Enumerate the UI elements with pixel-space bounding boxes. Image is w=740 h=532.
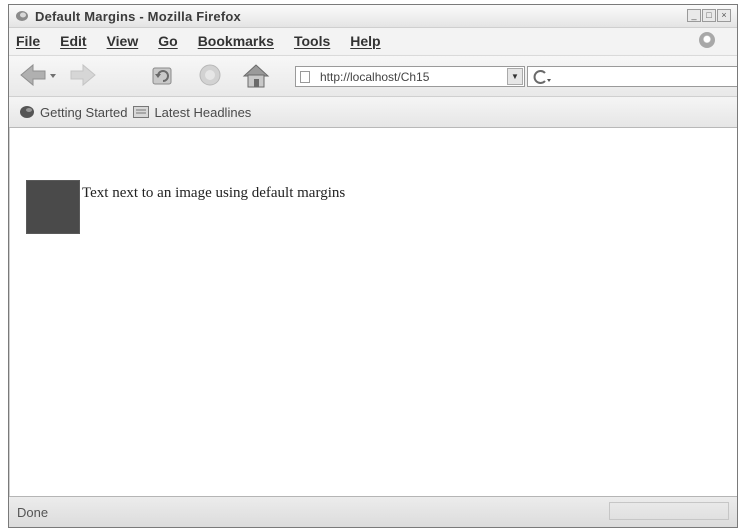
firefox-icon: [16, 11, 28, 21]
navigation-toolbar: http://localhost/Ch15 ▼: [9, 55, 737, 97]
maximize-button[interactable]: □: [702, 9, 716, 22]
bookmark-latest-headlines[interactable]: Latest Headlines: [133, 105, 251, 120]
minimize-button[interactable]: _: [687, 9, 701, 22]
browser-window: Default Margins - Mozilla Firefox _ □ × …: [8, 4, 738, 528]
getting-started-icon: [20, 106, 34, 118]
menu-help[interactable]: Help: [350, 33, 380, 49]
throbber-icon: [699, 32, 715, 48]
menu-go[interactable]: Go: [158, 33, 177, 49]
bookmark-label: Getting Started: [40, 104, 128, 120]
reload-icon[interactable]: [149, 62, 177, 88]
back-arrow-icon[interactable]: [19, 62, 59, 88]
menu-file[interactable]: File: [16, 33, 40, 49]
rss-feed-icon: [133, 106, 150, 118]
window-title: Default Margins - Mozilla Firefox: [35, 8, 241, 24]
url-text[interactable]: http://localhost/Ch15: [320, 70, 429, 84]
status-bar: Done: [9, 496, 737, 527]
status-text: Done: [17, 505, 49, 520]
bookmark-getting-started[interactable]: Getting Started: [19, 105, 127, 120]
url-dropdown-button[interactable]: ▼: [507, 68, 523, 85]
menu-edit[interactable]: Edit: [60, 33, 86, 49]
close-button[interactable]: ×: [717, 9, 731, 22]
title-bar[interactable]: Default Margins - Mozilla Firefox _ □ ×: [9, 5, 737, 28]
window-controls: _ □ ×: [687, 9, 731, 22]
search-engine-icon[interactable]: [532, 69, 554, 85]
page-content[interactable]: Text next to an image using default marg…: [9, 128, 737, 498]
bookmark-label: Latest Headlines: [154, 104, 252, 120]
menu-bar: File Edit View Go Bookmarks Tools Help: [9, 28, 737, 54]
home-icon[interactable]: [241, 62, 271, 90]
menu-tools[interactable]: Tools: [294, 33, 330, 49]
bookmarks-toolbar: Getting Started Latest Headlines: [9, 97, 737, 128]
status-panel: [609, 502, 729, 520]
menu-bookmarks[interactable]: Bookmarks: [198, 33, 274, 49]
menu-view[interactable]: View: [107, 33, 139, 49]
page-icon: [300, 70, 310, 83]
page-image: [26, 180, 80, 234]
page-text: Text next to an image using default marg…: [82, 185, 346, 201]
search-bar[interactable]: [527, 66, 737, 87]
stop-icon[interactable]: [197, 62, 223, 88]
url-bar[interactable]: http://localhost/Ch15 ▼: [295, 66, 525, 87]
forward-arrow-icon[interactable]: [63, 62, 99, 88]
